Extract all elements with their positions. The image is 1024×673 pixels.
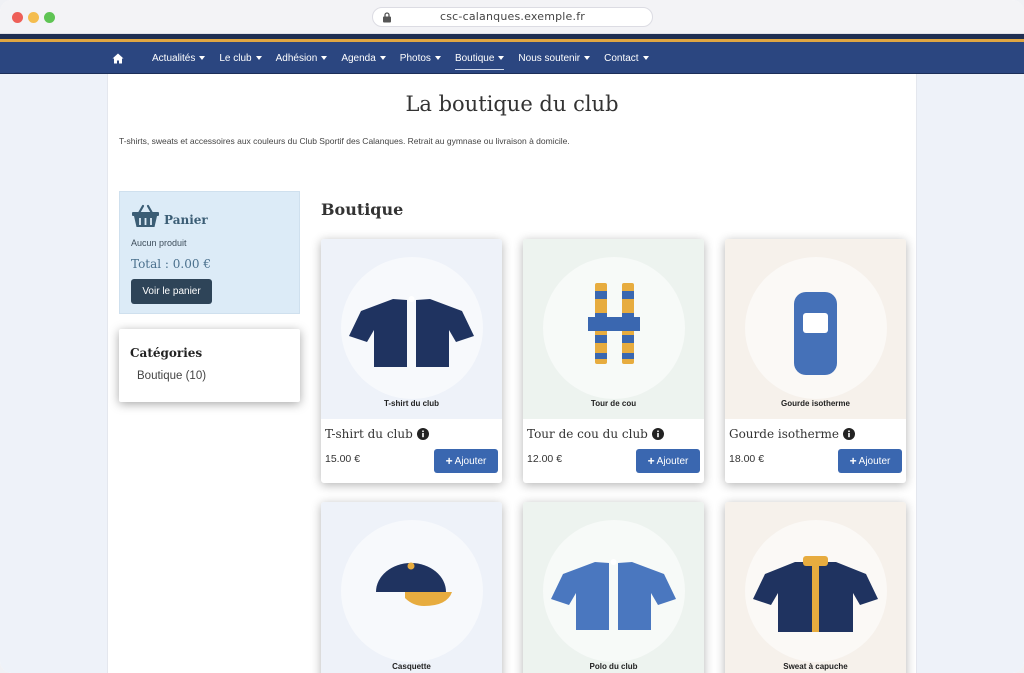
nav-adhesion[interactable]: Adhésion [276,42,328,74]
info-icon[interactable] [416,428,429,440]
tshirt-icon [349,296,474,367]
product-card[interactable]: Sweat à capuche [725,502,906,673]
minimize-window-button[interactable] [28,12,39,23]
product-name-text: Tour de cou du club [527,427,648,441]
add-label: Ajouter [656,455,689,467]
add-to-cart-button[interactable]: + Ajouter [838,449,902,473]
categories-panel: Catégories Boutique (10) [119,329,300,402]
categories-title: Catégories [130,346,203,360]
product-caption: Sweat à capuche [783,662,848,671]
caret-down-icon [584,56,591,60]
caret-down-icon [642,56,649,60]
product-card[interactable]: Polo du club [523,502,704,673]
nav-photos[interactable]: Photos [400,42,441,74]
page-intro: T-shirts, sweats et accessoires aux coul… [119,136,570,146]
nav-nous-soutenir[interactable]: Nous soutenir [518,42,591,74]
maximize-window-button[interactable] [44,12,55,23]
nav-home[interactable] [110,42,138,74]
caret-down-icon [498,56,505,60]
cart-title: Panier [164,213,208,227]
view-cart-button[interactable]: Voir le panier [131,279,212,304]
product-card[interactable]: Tour de cou Tour de cou du club 12.00 € … [523,239,704,483]
caret-down-icon [321,56,328,60]
main-navigation: Actualités Le club Adhésion Agenda Photo… [0,42,1024,74]
add-to-cart-button[interactable]: + Ajouter [434,449,498,473]
product-name-text: T-shirt du club [325,427,413,441]
product-card[interactable]: T-shirt du club T-shirt du club 15.00 € … [321,239,502,483]
nav-label: Agenda [341,52,376,64]
browser-window: csc-calanques.exemple.fr Actualités Le c… [0,0,1024,673]
info-icon[interactable] [842,428,855,440]
nav-le-club[interactable]: Le club [219,42,262,74]
water-bottle-icon [794,292,837,375]
nav-agenda[interactable]: Agenda [341,42,386,74]
basket-icon [132,204,159,227]
caret-down-icon [255,56,262,60]
cart-empty-text: Aucun produit [131,238,187,248]
main-content: La boutique du club T-shirts, sweats et … [107,74,917,673]
nav-contact[interactable]: Contact [604,42,649,74]
caret-down-icon [199,56,206,60]
nav-label: Adhésion [275,52,318,64]
cap-icon [376,562,452,606]
nav-label: Contact [604,52,639,64]
plus-icon: + [647,454,655,468]
close-window-button[interactable] [12,12,23,23]
section-title: Boutique [321,200,404,219]
add-to-cart-button[interactable]: + Ajouter [636,449,700,473]
nav-label: Le club [219,52,252,64]
browser-toolbar: csc-calanques.exemple.fr [0,0,1024,34]
plus-icon: + [849,454,857,468]
caret-down-icon [379,56,386,60]
home-icon [112,53,124,63]
product-image: Casquette [321,502,502,673]
product-image: T-shirt du club [321,239,502,419]
product-card[interactable]: Casquette [321,502,502,673]
product-name[interactable]: Gourde isotherme [729,427,855,441]
product-name[interactable]: Tour de cou du club [527,427,664,441]
nav-label: Photos [399,52,431,64]
add-label: Ajouter [858,455,891,467]
product-price: 12.00 € [527,453,563,465]
url-text: csc-calanques.exemple.fr [439,10,586,23]
add-label: Ajouter [454,455,487,467]
product-caption: Tour de cou [590,399,637,408]
product-image: Polo du club [523,502,704,673]
product-caption: Polo du club [589,662,638,671]
plus-icon: + [445,454,453,468]
product-card[interactable]: Gourde isotherme Gourde isotherme 18.00 … [725,239,906,483]
nav-actualites[interactable]: Actualités [152,42,206,74]
product-price: 18.00 € [729,453,765,465]
page-title: La boutique du club [405,92,619,116]
category-item-boutique[interactable]: Boutique (10) [137,370,206,382]
cart-panel: Panier Aucun produit Total : 0.00 € Voir… [119,191,300,314]
nav-label: Nous soutenir [518,52,581,64]
info-icon[interactable] [651,428,664,440]
nav-label: Actualités [152,52,196,64]
polo-icon [551,559,676,630]
product-name-text: Gourde isotherme [729,427,839,441]
product-image: Tour de cou [523,239,704,419]
product-caption: Casquette [392,662,431,671]
nav-boutique[interactable]: Boutique [454,42,505,74]
caret-down-icon [434,56,441,60]
product-price: 15.00 € [325,453,361,465]
product-caption: T-shirt du club [383,399,440,408]
cart-total: Total : 0.00 € [131,257,211,271]
product-image: Sweat à capuche [725,502,906,673]
neck-warmer-icon [588,283,640,364]
product-image: Gourde isotherme [725,239,906,419]
nav-label: Boutique [454,52,495,64]
product-name[interactable]: T-shirt du club [325,427,429,441]
website: Actualités Le club Adhésion Agenda Photo… [0,34,1024,673]
hoodie-icon [753,556,878,632]
product-caption: Gourde isotherme [781,399,850,408]
address-bar[interactable]: csc-calanques.exemple.fr [372,7,653,27]
